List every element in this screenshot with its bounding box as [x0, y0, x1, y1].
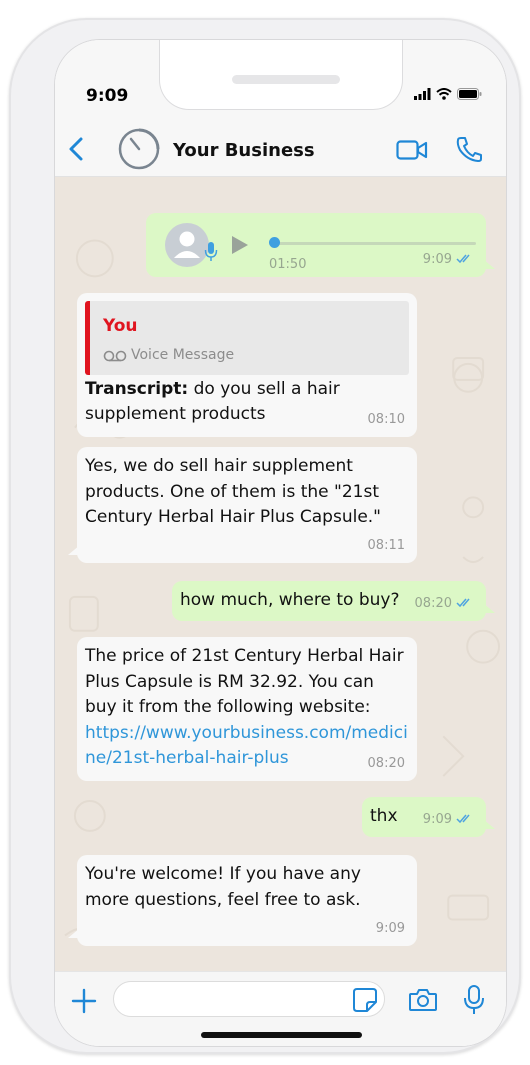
message-meta: 9:09 — [423, 807, 474, 833]
status-icons — [414, 88, 482, 100]
message-input-bar — [55, 971, 506, 1046]
sticker-icon[interactable] — [352, 987, 378, 1013]
battery-icon — [457, 88, 482, 100]
message-text: products. One of them is the "21st — [85, 482, 379, 502]
audio-progress-thumb[interactable] — [269, 237, 280, 248]
audio-progress-track[interactable] — [270, 242, 476, 245]
message-text: supplement products — [85, 404, 266, 424]
chat-header: Your Business — [55, 122, 506, 177]
product-link[interactable]: https://www.yourbusiness.com/medici — [85, 721, 408, 747]
business-name[interactable]: Your Business — [173, 140, 315, 161]
message-text: how much, where to buy? — [180, 590, 400, 610]
message-time: 08:20 — [367, 755, 405, 771]
incoming-message[interactable]: You're welcome! If you have any more que… — [68, 855, 417, 946]
read-ticks-icon — [456, 598, 470, 608]
quote-text: Voice Message — [103, 343, 234, 369]
voice-message-bubble[interactable]: 01:50 9:09 — [146, 213, 495, 277]
message-text: do you sell a hair — [193, 379, 340, 399]
chat-area[interactable]: 01:50 9:09 You Voice Message Transcript:… — [55, 177, 506, 971]
speaker-grille — [232, 75, 340, 84]
message-line: Transcript: do you sell a hair — [85, 377, 340, 403]
incoming-message-transcript[interactable]: You Voice Message Transcript: do you sel… — [77, 293, 417, 437]
phone-frame: 9:09 Your Business 01:50 9:09 You Voice … — [9, 18, 521, 1054]
message-text: You're welcome! If you have any — [85, 864, 361, 884]
message-time: 08:10 — [367, 411, 405, 427]
message-input[interactable] — [113, 981, 385, 1017]
mic-icon — [204, 242, 218, 261]
notch — [159, 40, 403, 110]
phone-screen: 9:09 Your Business 01:50 9:09 You Voice … — [54, 39, 507, 1047]
incoming-message-with-link[interactable]: The price of 21st Century Herbal Hair Pl… — [77, 637, 417, 781]
message-time: 08:11 — [367, 537, 405, 553]
plus-icon[interactable] — [69, 986, 99, 1016]
message-meta: 08:20 — [415, 591, 474, 617]
transcript-label: Transcript: — [85, 379, 189, 399]
message-time: 9:09 — [422, 811, 452, 827]
bubble-tail — [68, 545, 80, 555]
incoming-message[interactable]: Yes, we do sell hair supplement products… — [68, 447, 417, 563]
message-time: 9:09 — [422, 251, 452, 267]
outgoing-message[interactable]: how much, where to buy? 08:20 — [172, 581, 495, 621]
quote-author: You — [103, 316, 138, 336]
camera-icon[interactable] — [408, 987, 438, 1013]
mic-icon[interactable] — [462, 984, 486, 1016]
product-link-continued[interactable]: ne/21st-herbal-hair-plus — [85, 746, 289, 772]
message-text: buy it from the following website: — [85, 697, 371, 717]
bubble-tail — [483, 819, 495, 829]
message-text: thx — [370, 806, 398, 826]
message-meta: 9:09 — [423, 247, 474, 273]
back-chevron-icon[interactable] — [65, 132, 89, 166]
bubble-tail — [68, 928, 80, 938]
message-text: more questions, feel free to ask. — [85, 890, 361, 910]
timer-icon[interactable] — [117, 127, 161, 171]
voicemail-icon — [103, 350, 127, 362]
signal-icon — [414, 88, 431, 100]
outgoing-message[interactable]: thx 9:09 — [362, 797, 495, 837]
status-time: 9:09 — [86, 86, 129, 106]
home-indicator[interactable] — [201, 1032, 362, 1038]
message-time: 08:20 — [414, 595, 452, 611]
wifi-icon — [436, 88, 452, 100]
bubble-tail — [483, 259, 495, 269]
voice-duration: 01:50 — [269, 257, 307, 272]
message-text: Century Herbal Hair Plus Capsule." — [85, 507, 382, 527]
message-text: The price of 21st Century Herbal Hair — [85, 646, 404, 666]
read-ticks-icon — [456, 814, 470, 824]
video-call-icon[interactable] — [396, 138, 428, 162]
message-text: Yes, we do sell hair supplement — [85, 456, 353, 476]
bubble-tail — [483, 603, 495, 613]
phone-icon[interactable] — [455, 134, 483, 164]
quote-label: Voice Message — [131, 347, 235, 363]
play-icon[interactable] — [231, 235, 249, 255]
quoted-message[interactable]: You Voice Message — [85, 301, 409, 375]
message-time: 9:09 — [375, 920, 405, 936]
read-ticks-icon — [456, 254, 470, 264]
message-text: Plus Capsule is RM 32.92. You can — [85, 672, 374, 692]
